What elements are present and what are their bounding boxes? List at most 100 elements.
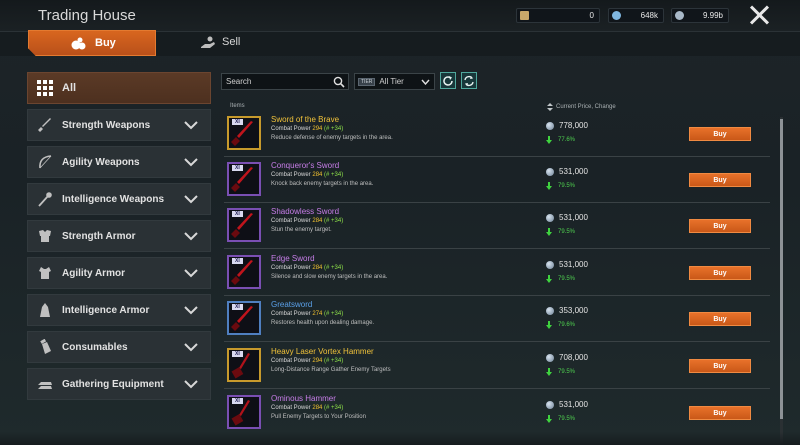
list-item[interactable]: XI Heavy Laser Vortex Hammer Combat Powe… — [224, 345, 770, 389]
list-item[interactable]: XI Conqueror's Sword Combat Power 284 (#… — [224, 159, 770, 203]
item-level-badge: XI — [232, 304, 243, 310]
item-name: Ominous Hammer — [271, 394, 336, 403]
arrow-down-icon — [546, 228, 552, 236]
category-all[interactable]: All — [27, 72, 211, 104]
category-consumables[interactable]: Consumables — [27, 331, 211, 363]
list-item[interactable]: XI Ominous Hammer Combat Power 284 (# +3… — [224, 392, 770, 436]
category-label: All — [62, 82, 77, 94]
item-price: 778,000 — [546, 121, 588, 130]
coins-bag-icon — [71, 37, 86, 50]
currency-silver-ingot: 0 — [516, 8, 600, 23]
category-label: Agility Armor — [62, 267, 125, 279]
hand-coin-icon — [201, 36, 215, 48]
item-description: Reduce defense of enemy targets in the a… — [271, 135, 393, 141]
arrow-down-icon — [546, 321, 552, 329]
chevron-down-icon — [184, 306, 198, 315]
item-name: Conqueror's Sword — [271, 161, 340, 170]
item-price: 531,000 — [546, 260, 588, 269]
buy-button[interactable]: Buy — [689, 219, 751, 233]
chevron-down-icon — [184, 380, 198, 389]
list-item[interactable]: XI Shadowless Sword Combat Power 284 (# … — [224, 205, 770, 249]
buy-button[interactable]: Buy — [689, 406, 751, 420]
item-price-change: 79.5% — [546, 415, 575, 423]
column-header-price-label: Current Price, Change — [556, 104, 616, 110]
buy-button[interactable]: Buy — [689, 127, 751, 141]
category-label: Consumables — [62, 341, 128, 353]
tier-badge: TIER — [358, 77, 376, 86]
tab-sell[interactable]: Sell — [200, 34, 240, 50]
item-price-change: 77.6% — [546, 136, 575, 144]
tier-dropdown[interactable]: TIER All Tier — [354, 73, 435, 90]
list-item[interactable]: XI Sword of the Brave Combat Power 294 (… — [224, 113, 770, 157]
category-strength-weapons[interactable]: Strength Weapons — [27, 109, 211, 141]
category-label: Agility Weapons — [62, 156, 140, 168]
item-price-change: 79.5% — [546, 368, 575, 376]
item-level-badge: XI — [232, 165, 243, 171]
tab-sell-label: Sell — [222, 36, 241, 48]
chevron-down-icon — [184, 158, 198, 167]
refresh-button[interactable] — [440, 72, 456, 89]
buy-button[interactable]: Buy — [689, 359, 751, 373]
category-intelligence-weapons[interactable]: Intelligence Weapons — [27, 183, 211, 215]
item-combat-power: Combat Power 284 (# +34) — [271, 218, 344, 224]
sword-icon — [36, 116, 54, 134]
search-input[interactable]: Search — [221, 73, 349, 90]
category-label: Intelligence Weapons — [62, 193, 165, 205]
item-price: 531,000 — [546, 400, 588, 409]
sort-toggle-button[interactable] — [461, 72, 477, 89]
item-level-badge: XI — [232, 119, 243, 125]
buy-button[interactable]: Buy — [689, 266, 751, 280]
list-item[interactable]: XI Edge Sword Combat Power 284 (# +34) S… — [224, 252, 770, 296]
category-agility-armor[interactable]: Agility Armor — [27, 257, 211, 289]
buy-button[interactable]: Buy — [689, 173, 751, 187]
category-gathering-equipment[interactable]: Gathering Equipment — [27, 368, 211, 400]
item-name: Shadowless Sword — [271, 207, 340, 216]
silver-coin-icon — [546, 167, 554, 176]
item-price: 531,000 — [546, 167, 588, 176]
item-description: Knock back enemy targets in the area. — [271, 181, 374, 187]
robe-icon — [36, 301, 54, 319]
item-description: Stun the enemy target. — [271, 227, 332, 233]
silver-coin-icon — [546, 306, 554, 315]
silver-coin-icon — [546, 121, 554, 130]
chevron-down-icon — [184, 232, 198, 241]
item-thumbnail: XI — [227, 395, 261, 429]
search-icon[interactable] — [333, 76, 345, 88]
arrow-token-icon — [612, 11, 621, 20]
currency-silver: 9.99b — [671, 8, 729, 23]
column-header-price[interactable]: Current Price, Change — [547, 103, 616, 111]
chevron-down-icon — [184, 269, 198, 278]
category-agility-weapons[interactable]: Agility Weapons — [27, 146, 211, 178]
tab-buy[interactable]: Buy — [28, 30, 156, 56]
arrow-down-icon — [546, 415, 552, 423]
silver-coin-icon — [546, 213, 554, 222]
chevron-down-icon — [184, 121, 198, 130]
item-name: Greatsword — [271, 300, 313, 309]
item-description: Silence and slow enemy targets in the ar… — [271, 274, 388, 280]
scrollbar-thumb[interactable] — [780, 119, 783, 419]
item-thumbnail: XI — [227, 162, 261, 196]
item-name: Heavy Laser Vortex Hammer — [271, 347, 374, 356]
close-icon[interactable] — [748, 4, 770, 26]
category-strength-armor[interactable]: Strength Armor — [27, 220, 211, 252]
item-price: 353,000 — [546, 306, 588, 315]
item-level-badge: XI — [232, 398, 243, 404]
category-label: Gathering Equipment — [62, 378, 164, 390]
arrow-down-icon — [546, 136, 552, 144]
buy-button[interactable]: Buy — [689, 312, 751, 326]
category-intelligence-armor[interactable]: Intelligence Armor — [27, 294, 211, 326]
refresh-icon — [443, 75, 453, 86]
list-item[interactable]: XI Greatsword Combat Power 274 (# +34) R… — [224, 298, 770, 342]
arrow-down-icon — [546, 368, 552, 376]
item-price-change: 79.5% — [546, 182, 575, 190]
category-label: Strength Armor — [62, 230, 136, 242]
sort-icon — [547, 103, 553, 111]
item-combat-power: Combat Power 284 (# +34) — [271, 405, 344, 411]
currency-token: 648k — [608, 8, 664, 23]
silver-coin-icon — [546, 353, 554, 362]
item-price-change: 79.5% — [546, 228, 575, 236]
item-combat-power: Combat Power 294 (# +34) — [271, 126, 344, 132]
window-title: Trading House — [38, 7, 136, 24]
item-thumbnail: XI — [227, 208, 261, 242]
chevron-down-icon — [184, 195, 198, 204]
